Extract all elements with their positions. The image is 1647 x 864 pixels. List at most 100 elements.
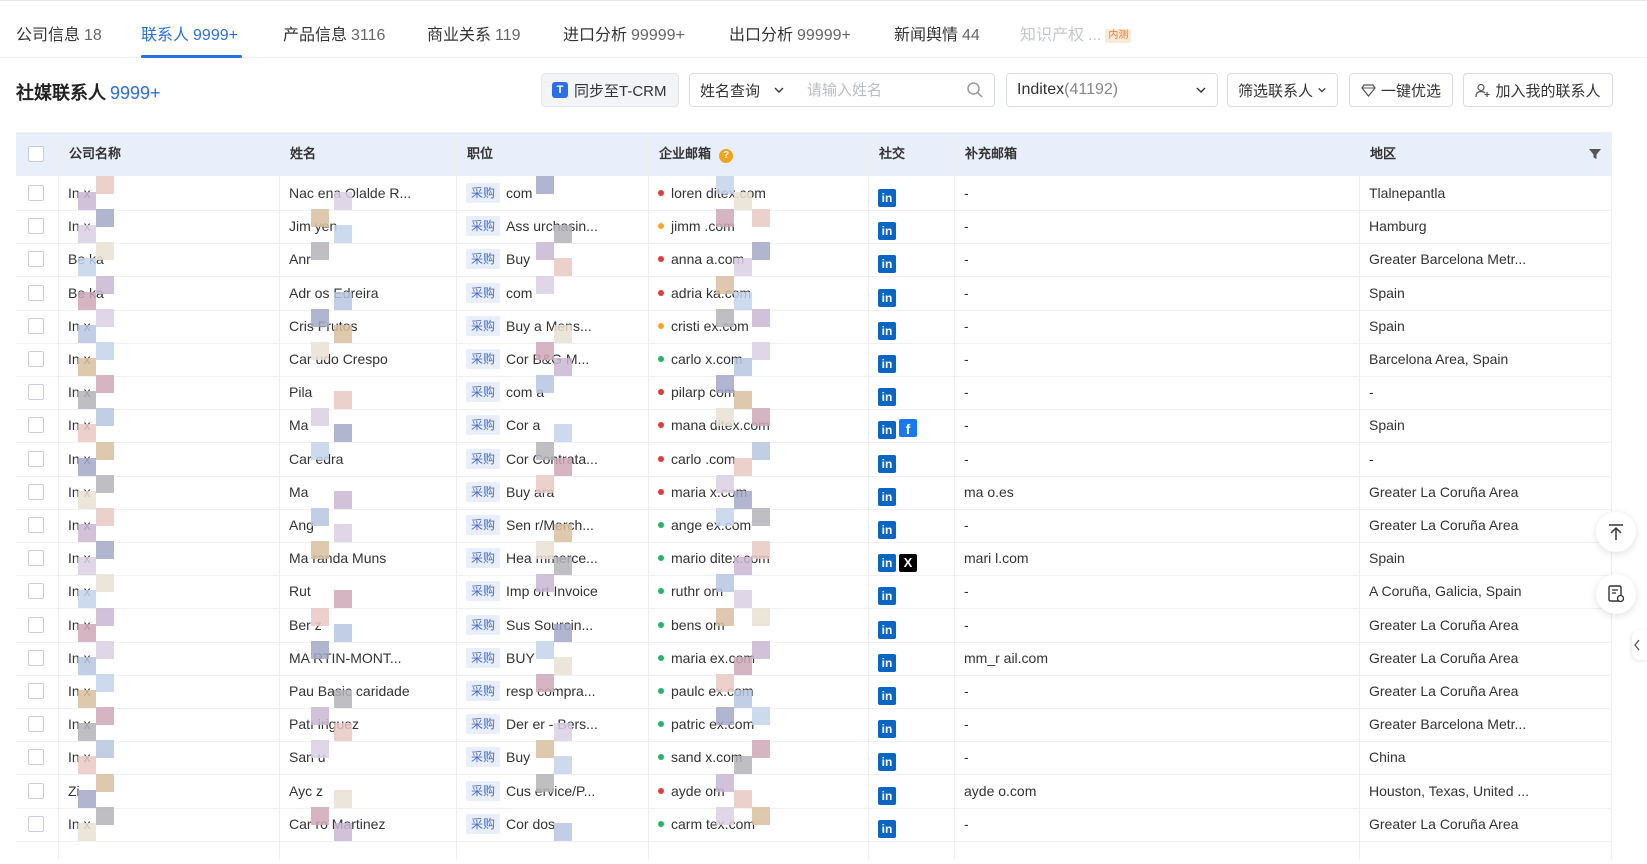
name-search-input[interactable] xyxy=(795,73,995,107)
table-row[interactable]: In xMa采购Buy aramaria x.cominma o.esGreat… xyxy=(16,474,1612,510)
row-checkbox[interactable] xyxy=(28,417,44,434)
row-checkbox[interactable] xyxy=(28,815,44,832)
row-checkbox[interactable] xyxy=(28,583,44,600)
filter-icon[interactable] xyxy=(1588,147,1602,161)
facebook-icon[interactable]: f xyxy=(899,419,917,438)
table-row[interactable]: In xMa randa Muns采购Hea mmerce...mario di… xyxy=(16,541,1612,577)
side-panel-handle[interactable] xyxy=(1632,630,1647,660)
row-checkbox[interactable] xyxy=(28,749,44,766)
row-checkbox[interactable] xyxy=(28,218,44,235)
email-text[interactable]: carlo .com xyxy=(671,451,736,467)
table-row[interactable]: In xPatı iriguez采购Der er - Bers...patric… xyxy=(16,707,1612,743)
back-to-top-button[interactable] xyxy=(1596,512,1636,552)
linkedin-icon[interactable]: in xyxy=(878,653,896,672)
linkedin-icon[interactable]: in xyxy=(878,222,896,241)
linkedin-icon[interactable]: in xyxy=(878,189,896,207)
tab-contacts[interactable]: 联系人 9999+ xyxy=(141,21,238,45)
linkedin-icon[interactable]: in xyxy=(878,288,896,307)
privacy-mosaic xyxy=(734,192,752,210)
table-row[interactable]: In xPila采购com apilarp comin-- xyxy=(16,375,1612,411)
document-settings-button[interactable] xyxy=(1596,574,1636,614)
table-row[interactable]: In xJim yen采购Ass urchasin...jimm .comin-… xyxy=(16,209,1612,245)
row-checkbox[interactable] xyxy=(28,251,44,268)
row-checkbox[interactable] xyxy=(28,683,44,699)
table-row[interactable]: In xMa采购Cor amana ditex.cominf-Spain xyxy=(16,408,1612,444)
row-checkbox[interactable] xyxy=(28,284,44,301)
add-my-contacts-button[interactable]: 加入我的联系人 xyxy=(1463,73,1613,107)
row-checkbox[interactable] xyxy=(28,517,44,533)
linkedin-icon[interactable]: in xyxy=(878,421,896,440)
company-select[interactable]: Inditex(41192) xyxy=(1006,73,1218,107)
search-icon[interactable] xyxy=(966,81,984,99)
name-query-select[interactable]: 姓名查询 xyxy=(689,73,796,107)
linkedin-icon[interactable]: in xyxy=(878,521,896,539)
table-row[interactable]: In xCar edra采购Cor Contrata...carlo .comi… xyxy=(16,441,1612,477)
linkedin-icon[interactable]: in xyxy=(878,355,896,373)
row-checkbox[interactable] xyxy=(28,450,44,467)
privacy-mosaic xyxy=(78,457,96,476)
tab-import-analysis[interactable]: 进口分析 99999+ xyxy=(563,21,685,45)
table-row[interactable]: Be kaAnr采购Buyanna a.comin-Greater Barcel… xyxy=(16,242,1612,278)
email-text[interactable]: carm tex.com xyxy=(671,816,755,832)
privacy-mosaic xyxy=(96,508,114,526)
linkedin-icon[interactable]: in xyxy=(878,819,896,838)
sync-crm-button[interactable]: T 同步至T-CRM xyxy=(541,73,679,107)
tab-business-relations[interactable]: 商业关系 119 xyxy=(427,21,521,45)
table-row[interactable]: In xNac ena Olalde R...采购comloren ditex.… xyxy=(16,176,1612,211)
privacy-mosaic xyxy=(554,457,572,476)
row-checkbox[interactable] xyxy=(28,649,44,666)
tab-export-analysis[interactable]: 出口分析 99999+ xyxy=(729,21,851,45)
tcrm-logo-icon: T xyxy=(552,82,568,98)
linkedin-icon[interactable]: in xyxy=(878,454,896,473)
tab-ip[interactable]: 知识产权... 内测 xyxy=(1020,21,1132,45)
select-all-checkbox[interactable] xyxy=(28,146,44,162)
table-row[interactable]: In xPau Basic caridade采购resp compra...pa… xyxy=(16,674,1612,709)
linkedin-icon[interactable]: in xyxy=(878,321,896,340)
table-row[interactable]: In xSan u采购Buysand x.comin-China xyxy=(16,740,1612,776)
filter-contacts-button[interactable]: 筛选联系人 xyxy=(1227,73,1338,107)
table-row[interactable]: Zi Ayc z 采购 Cus ervice/P... ayde om in ayde o.… xyxy=(16,773,1612,809)
table-row[interactable]: In xAng采购Sen r/Merch...ange ex.comin-Gre… xyxy=(16,508,1612,543)
section-title: 社媒联系人 9999+ xyxy=(16,79,161,105)
row-checkbox[interactable] xyxy=(28,716,44,733)
linkedin-icon[interactable]: in xyxy=(878,587,896,606)
row-checkbox[interactable] xyxy=(28,317,44,334)
email-text[interactable]: cristi ex.com xyxy=(671,318,749,334)
linkedin-icon[interactable]: in xyxy=(878,255,896,274)
x-icon[interactable]: X xyxy=(899,554,917,573)
email-text[interactable]: patric ex.com xyxy=(671,716,754,732)
email-text[interactable]: carlo x.com xyxy=(671,351,743,367)
email-status-dot xyxy=(658,422,664,429)
tab-news[interactable]: 新闻舆情 44 xyxy=(894,21,980,45)
row-checkbox[interactable] xyxy=(28,351,44,367)
linkedin-icon[interactable]: in xyxy=(878,487,896,506)
table-row[interactable]: In xRut采购Imp ort Invoiceruthr omin-A Cor… xyxy=(16,574,1612,610)
row-checkbox[interactable] xyxy=(28,782,44,799)
purchase-tag: 采购 xyxy=(466,249,501,270)
linkedin-icon[interactable]: in xyxy=(878,720,896,739)
row-checkbox[interactable] xyxy=(28,185,44,201)
table-row[interactable]: In xBer z采购Sus Sourcin...bens omin-Great… xyxy=(16,607,1612,643)
table-row[interactable]: In xCar udo Crespo采购Cor B&G M...carlo x.… xyxy=(16,342,1612,377)
row-checkbox[interactable] xyxy=(28,550,44,567)
cell-name: Adr os Edreira xyxy=(289,284,379,301)
help-icon[interactable]: ? xyxy=(719,149,734,163)
row-checkbox[interactable] xyxy=(28,616,44,633)
linkedin-icon[interactable]: in xyxy=(878,554,896,573)
tab-products[interactable]: 产品信息 3116 xyxy=(283,21,385,45)
table-row[interactable]: In xCris Frutos采购Buy a Mens...cristi ex.… xyxy=(16,308,1612,344)
email-text[interactable]: ange ex.com xyxy=(671,517,751,533)
table-row[interactable]: In xMA RTIN-MONT...采购BUYmaria ex.cominmm… xyxy=(16,640,1612,676)
linkedin-icon[interactable]: in xyxy=(878,620,896,639)
linkedin-icon[interactable]: in xyxy=(878,388,896,407)
linkedin-icon[interactable]: in xyxy=(878,786,896,805)
table-row[interactable]: Be kaAdr os Edreira采购comadria ka.comin-S… xyxy=(16,275,1612,311)
linkedin-icon[interactable]: in xyxy=(878,753,896,772)
row-checkbox[interactable] xyxy=(28,384,44,401)
tab-company-info[interactable]: 公司信息 18 xyxy=(16,21,102,45)
table-row[interactable]: In xCar ro Martinez采购Cor doscarm tex.com… xyxy=(16,806,1612,842)
linkedin-icon[interactable]: in xyxy=(878,687,896,705)
row-checkbox[interactable] xyxy=(28,483,44,500)
one-click-best-button[interactable]: 一键优选 xyxy=(1349,73,1453,107)
email-text[interactable]: sand x.com xyxy=(671,749,743,765)
